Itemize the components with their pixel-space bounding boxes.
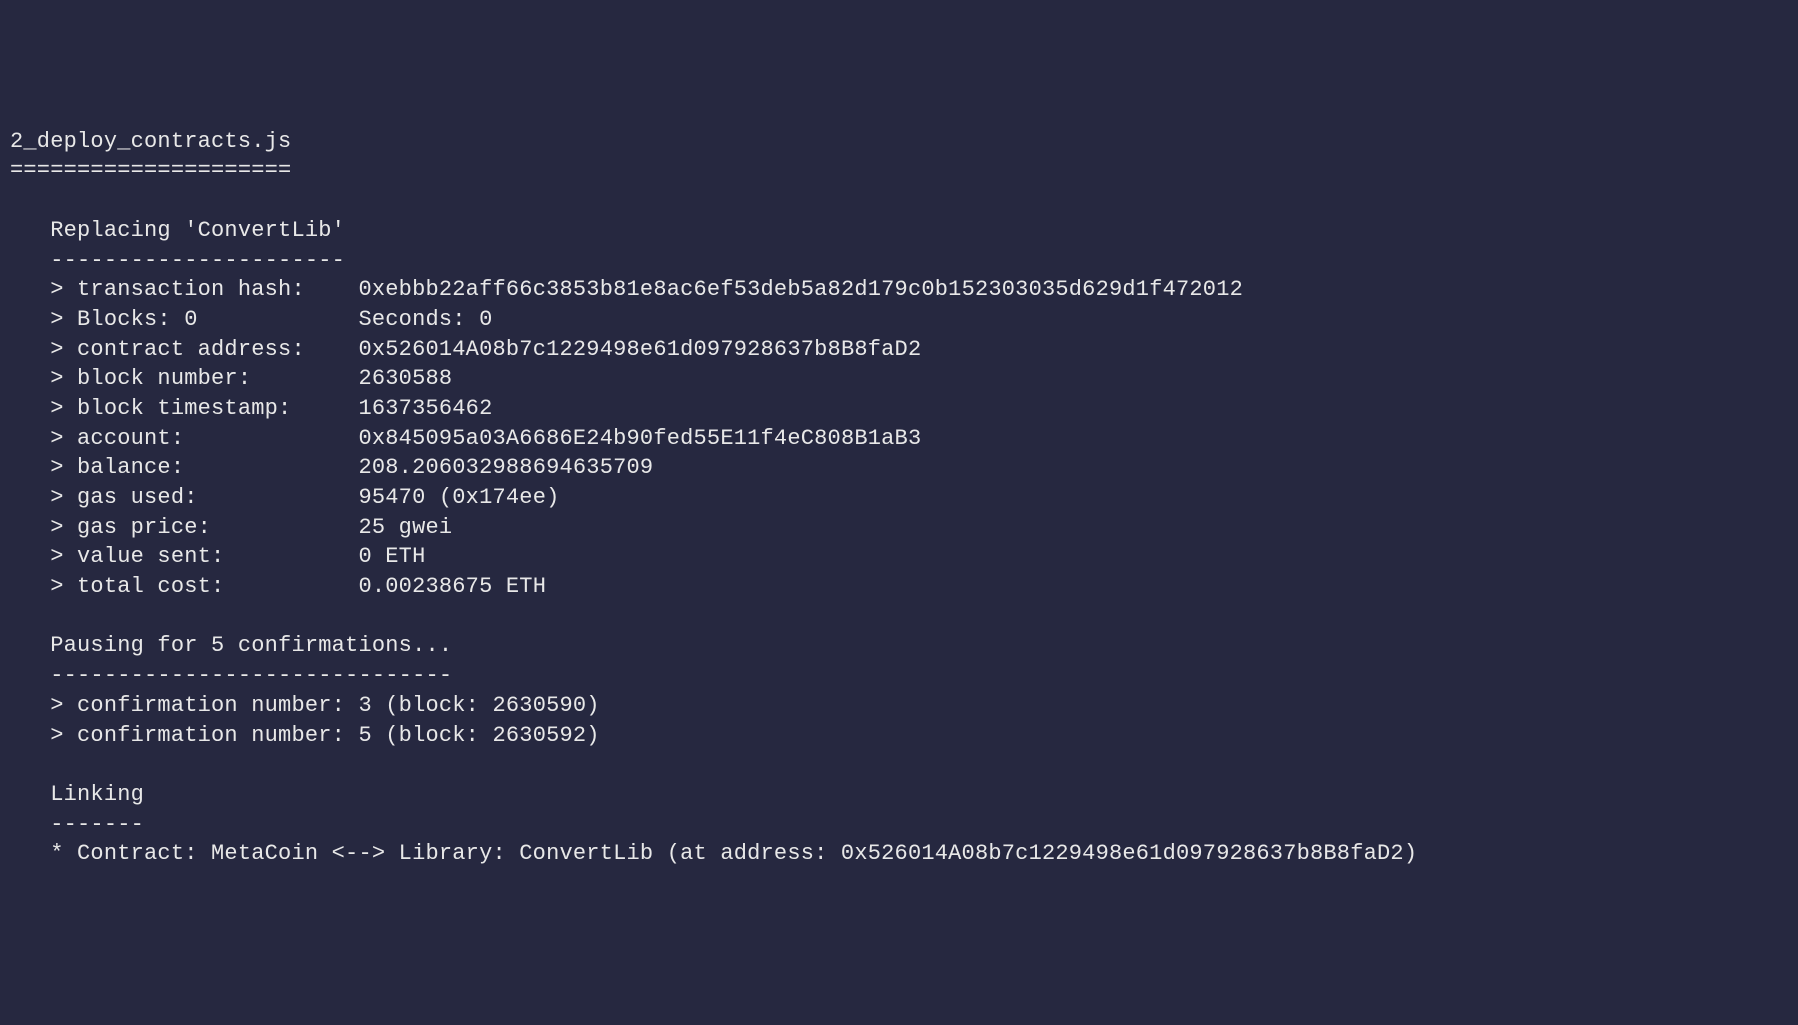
total-cost-value: 0.00238675 ETH — [358, 574, 546, 599]
pausing-underline: ------------------------------ — [10, 663, 452, 688]
contract-address-label: > contract address: — [10, 337, 358, 362]
balance-value: 208.206032988694635709 — [358, 455, 653, 480]
value-sent-value: 0 ETH — [358, 544, 425, 569]
gas-price-label: > gas price: — [10, 515, 358, 540]
block-timestamp-label: > block timestamp: — [10, 396, 358, 421]
block-number-label: > block number: — [10, 366, 358, 391]
linking-title: Linking — [10, 782, 144, 807]
account-label: > account: — [10, 426, 358, 451]
replacing-underline: ---------------------- — [10, 248, 345, 273]
gas-used-value: 95470 (0x174ee) — [358, 485, 559, 510]
tx-hash-value: 0xebbb22aff66c3853b81e8ac6ef53deb5a82d17… — [358, 277, 1243, 302]
confirmation-label-1: > confirmation number: — [10, 693, 358, 718]
terminal-output: 2_deploy_contracts.js ==================… — [10, 127, 1788, 869]
block-timestamp-value: 1637356462 — [358, 396, 492, 421]
migration-filename: 2_deploy_contracts.js — [10, 129, 291, 154]
confirmation-value-1: 3 (block: 2630590) — [358, 693, 599, 718]
gas-used-label: > gas used: — [10, 485, 358, 510]
migration-underline: ===================== — [10, 158, 291, 183]
linking-underline: ------- — [10, 812, 144, 837]
value-sent-label: > value sent: — [10, 544, 358, 569]
confirmation-value-2: 5 (block: 2630592) — [358, 723, 599, 748]
blocks-label: > Blocks: 0 — [10, 307, 358, 332]
total-cost-label: > total cost: — [10, 574, 358, 599]
gas-price-value: 25 gwei — [358, 515, 452, 540]
seconds-value: Seconds: 0 — [358, 307, 492, 332]
tx-hash-label: > transaction hash: — [10, 277, 358, 302]
account-value: 0x845095a03A6686E24b90fed55E11f4eC808B1a… — [358, 426, 921, 451]
linking-line: * Contract: MetaCoin <--> Library: Conve… — [10, 841, 1417, 866]
pausing-title: Pausing for 5 confirmations... — [10, 633, 452, 658]
replacing-title: Replacing 'ConvertLib' — [10, 218, 345, 243]
block-number-value: 2630588 — [358, 366, 452, 391]
confirmation-label-2: > confirmation number: — [10, 723, 358, 748]
contract-address-value: 0x526014A08b7c1229498e61d097928637b8B8fa… — [358, 337, 921, 362]
balance-label: > balance: — [10, 455, 358, 480]
